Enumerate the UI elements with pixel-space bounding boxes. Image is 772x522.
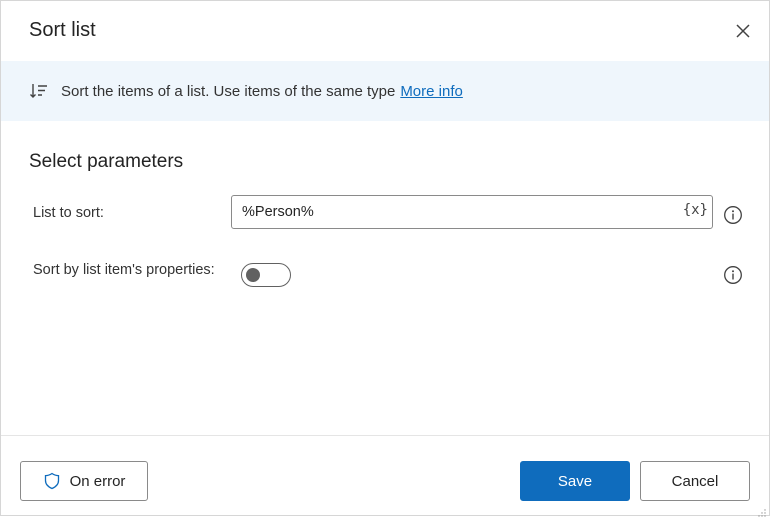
info-banner: Sort the items of a list. Use items of t… [1,61,769,121]
resize-grip-icon[interactable] [758,504,766,517]
dialog-title: Sort list [29,19,96,41]
sort-by-properties-label: Sort by list item's properties: [33,262,215,278]
variable-picker-button[interactable]: {x} [683,202,708,218]
banner-description: Sort the items of a list. Use items of t… [61,82,396,100]
sort-list-dialog: Sort list Sort the items of a list. Use … [0,0,770,517]
list-to-sort-value: %Person% [242,204,314,220]
sort-icon [29,81,49,101]
on-error-label: On error [69,472,126,490]
shield-icon [43,472,61,490]
close-button[interactable] [731,19,755,43]
sort-by-properties-toggle[interactable] [241,263,291,287]
title-bar: Sort list [1,1,769,61]
more-info-link[interactable]: More info [400,83,463,100]
list-to-sort-label: List to sort: [33,205,104,221]
info-icon[interactable] [723,265,743,285]
on-error-button[interactable]: On error [20,461,148,501]
footer-divider [1,435,769,436]
list-to-sort-input[interactable]: %Person% {x} [231,195,713,229]
close-icon [736,24,750,38]
info-icon[interactable] [723,205,743,225]
toggle-knob [246,268,260,282]
section-title: Select parameters [29,151,184,172]
cancel-button[interactable]: Cancel [640,461,750,501]
save-button[interactable]: Save [520,461,630,501]
